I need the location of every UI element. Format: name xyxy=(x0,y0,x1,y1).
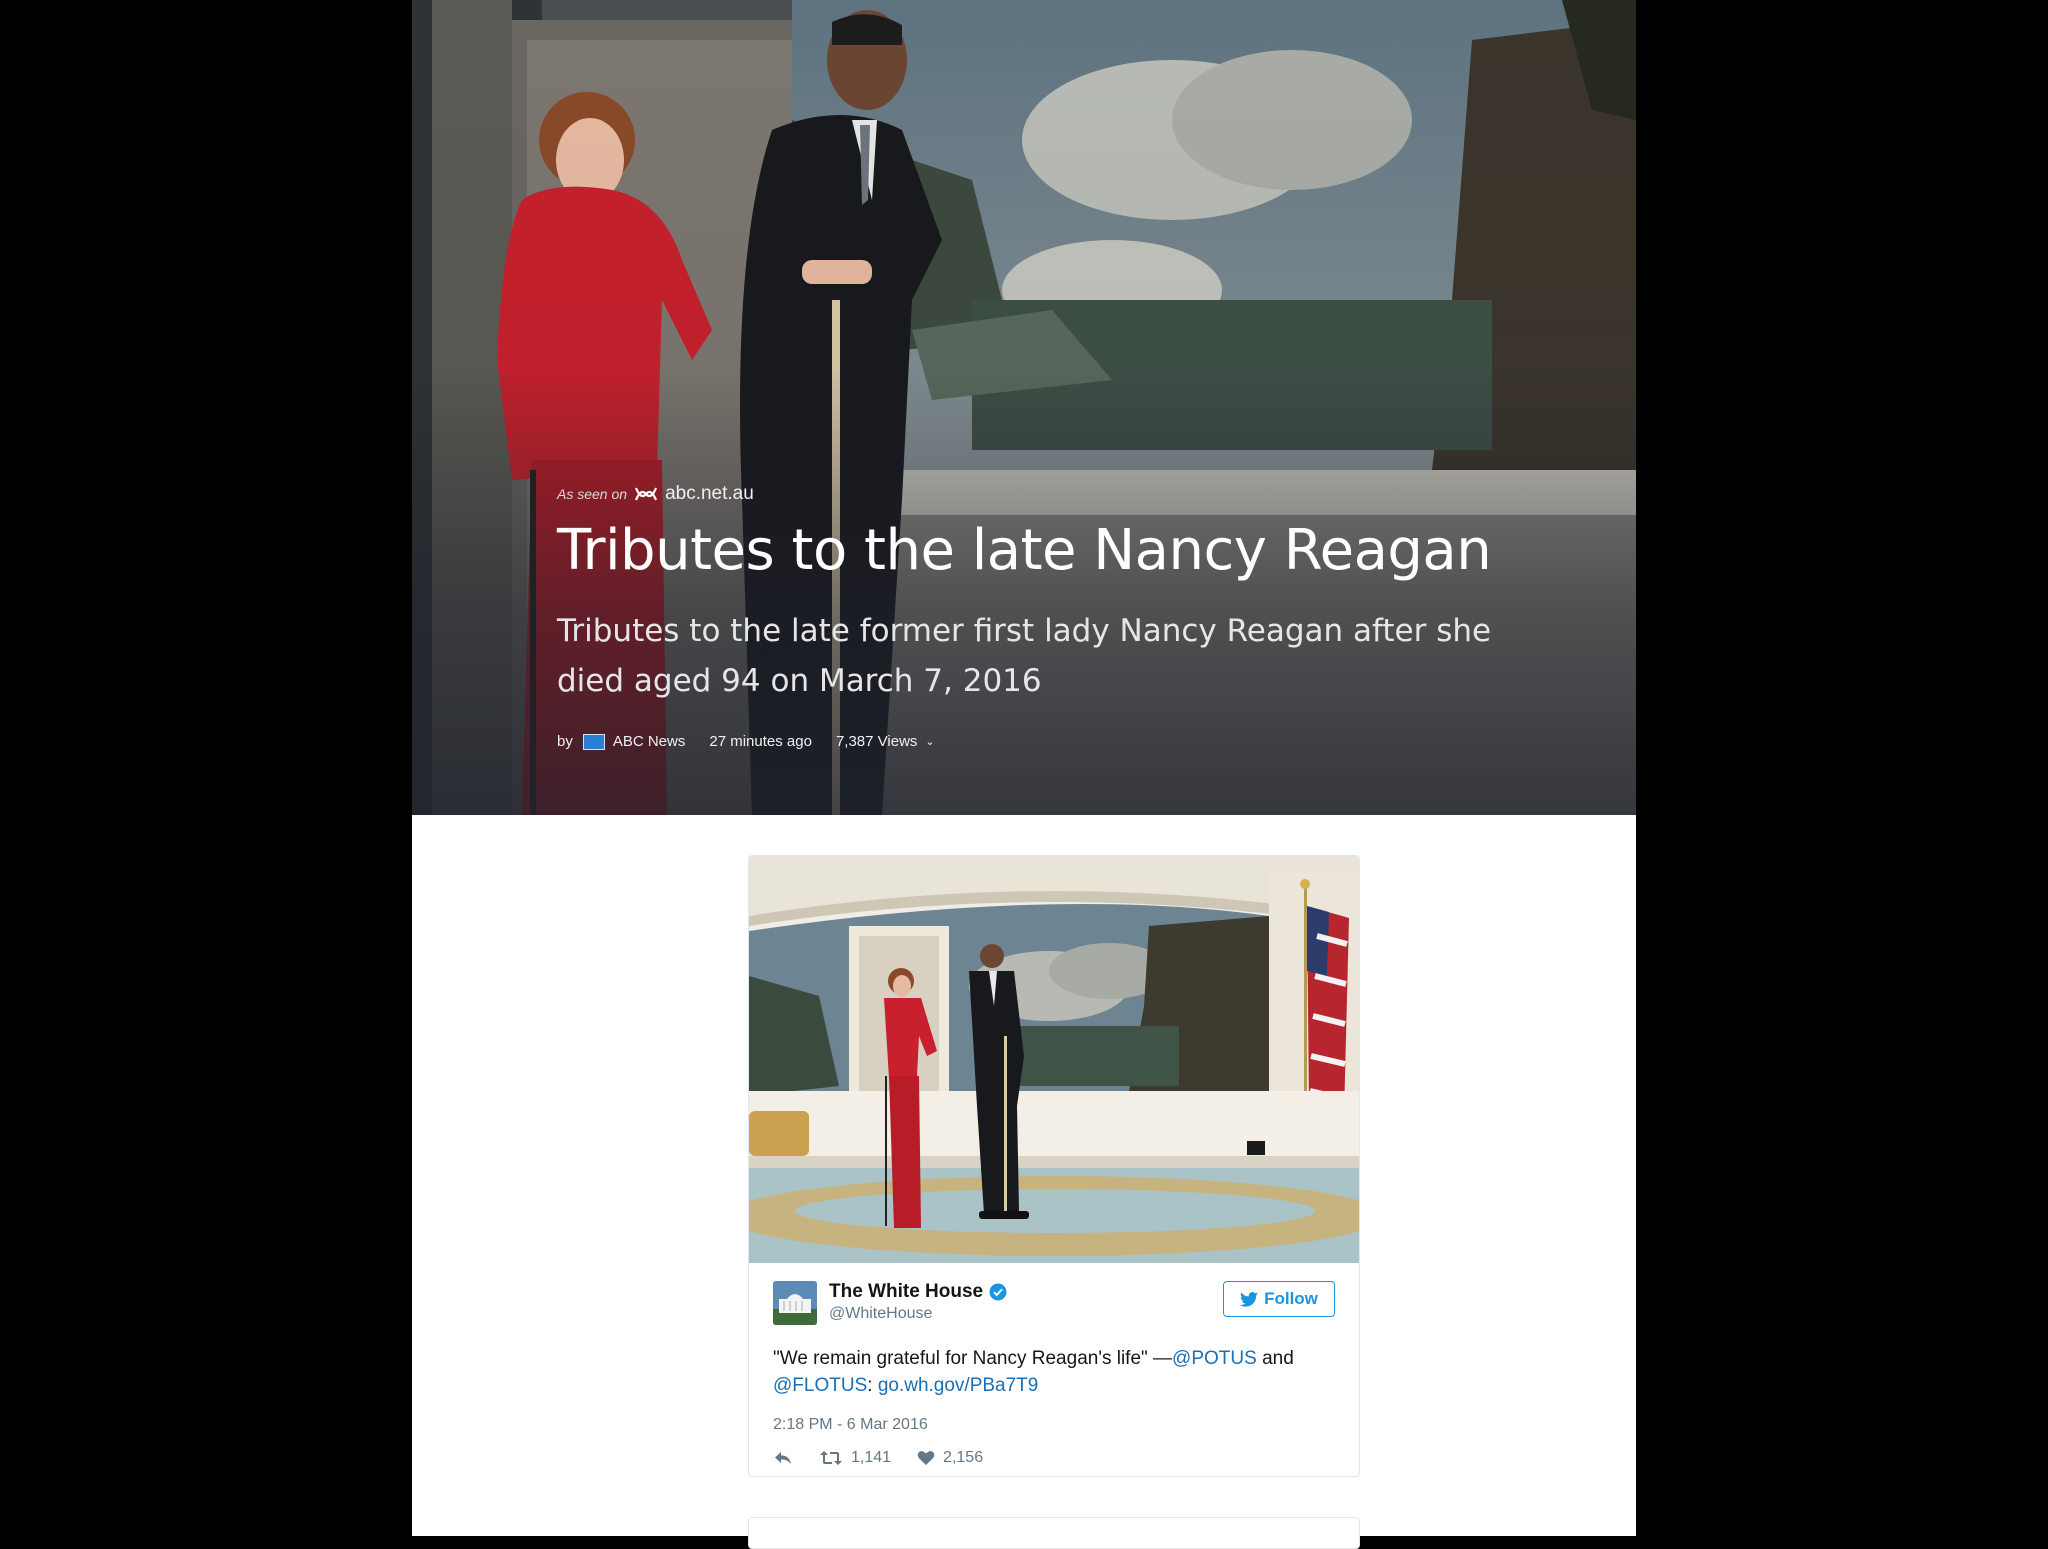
tweet-author[interactable]: The White House @WhiteHouse xyxy=(773,1281,1007,1331)
page-subtitle: Tributes to the late former first lady N… xyxy=(557,613,1492,699)
chevron-down-icon[interactable]: ⌄ xyxy=(925,735,934,748)
twitter-bird-icon xyxy=(1240,1291,1259,1307)
tweet-timestamp[interactable]: 2:18 PM - 6 Mar 2016 xyxy=(773,1416,928,1434)
retweet-button[interactable]: 1,141 xyxy=(819,1449,891,1467)
reply-icon xyxy=(775,1452,791,1464)
page: As seen on abc.net.au Tributes to the la… xyxy=(0,0,2048,1549)
tweet-text-colon: : xyxy=(867,1375,878,1396)
verified-badge-icon xyxy=(989,1283,1007,1301)
mention-flotus-link[interactable]: @FLOTUS xyxy=(773,1375,867,1396)
hero-banner: As seen on abc.net.au Tributes to the la… xyxy=(412,0,1636,815)
like-button[interactable]: 2,156 xyxy=(917,1449,983,1467)
abc-news-icon xyxy=(582,733,605,750)
as-seen-label: As seen on xyxy=(557,486,628,502)
tweet-text: "We remain grateful for Nancy Reagan's l… xyxy=(773,1345,1333,1399)
hero-text: As seen on abc.net.au Tributes to the la… xyxy=(557,480,1567,706)
retweet-count: 1,141 xyxy=(851,1449,892,1466)
tweet-author-name[interactable]: The White House xyxy=(829,1281,983,1303)
by-label: by xyxy=(557,733,573,750)
page-title: Tributes to the late Nancy Reagan xyxy=(557,518,1492,583)
retweet-icon xyxy=(820,1451,842,1465)
story-meta: by ABC News 27 minutes ago 7,387 Views ⌄ xyxy=(557,733,935,750)
time-ago: 27 minutes ago xyxy=(709,733,812,750)
views-count[interactable]: 7,387 Views xyxy=(836,733,917,750)
follow-button[interactable]: Follow xyxy=(1223,1281,1335,1317)
heart-icon xyxy=(917,1451,935,1465)
tweet-url-link[interactable]: go.wh.gov/PBa7T9 xyxy=(878,1375,1039,1396)
embedded-tweet: The White House @WhiteHouse Follow "We r… xyxy=(748,855,1360,1477)
story-content: The White House @WhiteHouse Follow "We r… xyxy=(412,815,1636,1549)
tweet-author-handle[interactable]: @WhiteHouse xyxy=(829,1305,1007,1323)
avatar[interactable] xyxy=(773,1281,817,1325)
reply-button[interactable] xyxy=(773,1450,793,1466)
tweet-photo[interactable] xyxy=(749,856,1360,1263)
tweet-quote: "We remain grateful for Nancy Reagan's l… xyxy=(773,1348,1173,1369)
source-site-link[interactable]: abc.net.au xyxy=(665,483,754,505)
tweet-text-and: and xyxy=(1256,1348,1294,1369)
like-count: 2,156 xyxy=(943,1449,984,1466)
tweet-actions: 1,141 2,156 xyxy=(773,1449,983,1467)
follow-label: Follow xyxy=(1264,1289,1318,1308)
mention-potus-link[interactable]: @POTUS xyxy=(1172,1348,1257,1369)
author-link[interactable]: ABC News xyxy=(613,733,686,750)
next-embed-card xyxy=(748,1517,1360,1549)
abc-logo-icon xyxy=(635,487,658,501)
source-attribution: As seen on abc.net.au xyxy=(557,480,1567,508)
